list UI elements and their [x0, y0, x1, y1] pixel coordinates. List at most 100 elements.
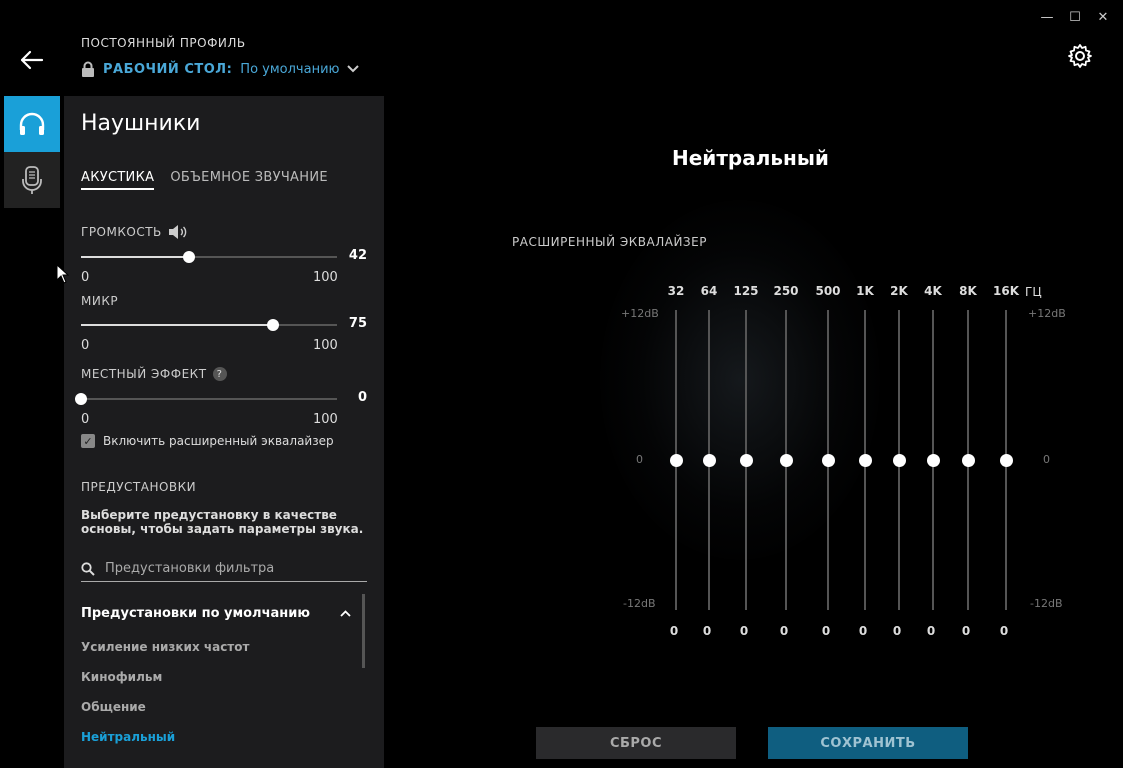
advanced-eq-checkbox[interactable]: ✓ [81, 434, 95, 448]
minimize-button[interactable]: — [1033, 6, 1061, 28]
sidetone-slider-knob[interactable] [75, 393, 87, 405]
eq-band-freq: 16K [993, 284, 1019, 298]
eq-band-knob[interactable] [739, 454, 753, 467]
eq-band-knob[interactable] [858, 454, 872, 467]
presets-heading: ПРЕДУСТАНОВКИ [81, 480, 197, 494]
eq-band-value: 0 [892, 624, 902, 638]
sidebar-item-microphone[interactable] [4, 152, 60, 208]
tab-surround[interactable]: ОБЪЕМНОЕ ЗВУЧАНИЕ [170, 170, 328, 190]
eq-band-value: 0 [702, 624, 712, 638]
eq-band-value: 0 [779, 624, 789, 638]
advanced-eq-label: Включить расширенный эквалайзер [103, 434, 334, 448]
sidetone-value: 0 [357, 390, 367, 405]
eq-band-value: 0 [669, 624, 679, 638]
mic-slider-knob[interactable] [267, 319, 279, 331]
presets-description: Выберите предустановку в качестве основы… [81, 508, 364, 536]
db-top-right: +12dB [1028, 307, 1066, 320]
sidebar-item-headphones[interactable] [4, 96, 60, 152]
speaker-icon [168, 225, 187, 239]
advanced-eq-toggle[interactable]: ✓ Включить расширенный эквалайзер [81, 434, 334, 448]
chevron-up-icon [340, 610, 351, 617]
eq-band-value: 0 [999, 624, 1009, 638]
eq-band-knob[interactable] [892, 454, 906, 467]
eq-band-freq: 64 [700, 284, 718, 298]
eq-band-knob[interactable] [999, 454, 1013, 467]
db-top-left: +12dB [621, 307, 659, 320]
sidetone-max: 100 [313, 412, 338, 427]
preset-group-header[interactable]: Предустановки по умолчанию [81, 606, 351, 621]
search-icon [81, 561, 95, 576]
mic-min: 0 [81, 338, 90, 353]
mic-slider[interactable] [81, 319, 337, 331]
eq-band-freq: 500 [815, 284, 841, 298]
lock-icon [82, 61, 94, 77]
eq-preset-title: Нейтральный [672, 146, 829, 170]
db-mid-left: 0 [636, 453, 643, 466]
gear-icon[interactable] [1067, 43, 1093, 69]
volume-min: 0 [81, 270, 90, 285]
microphone-icon [22, 166, 42, 194]
eq-band-freq: 4K [924, 284, 942, 298]
mic-value: 75 [348, 316, 367, 331]
preset-item-movie[interactable]: Кинофильм [81, 670, 162, 684]
preset-item-bass-boost[interactable]: Усиление низких частот [81, 640, 249, 654]
eq-band-freq: 32 [667, 284, 685, 298]
settings-panel: Наушники АКУСТИКА ОБЪЕМНОЕ ЗВУЧАНИЕ ГРОМ… [64, 96, 384, 768]
db-mid-right: 0 [1043, 453, 1050, 466]
eq-band-freq: 8K [959, 284, 977, 298]
sidetone-min: 0 [81, 412, 90, 427]
eq-band-knob[interactable] [779, 454, 793, 467]
eq-band-value: 0 [821, 624, 831, 638]
sidetone-slider[interactable] [75, 393, 337, 405]
tabs: АКУСТИКА ОБЪЕМНОЕ ЗВУЧАНИЕ [81, 170, 328, 190]
headphones-icon [19, 112, 45, 135]
eq-band-value: 0 [926, 624, 936, 638]
tab-acoustics[interactable]: АКУСТИКА [81, 170, 155, 190]
eq-caption: РАСШИРЕННЫЙ ЭКВАЛАЙЗЕР [512, 235, 707, 249]
eq-band-knob[interactable] [821, 454, 835, 467]
volume-slider[interactable] [81, 251, 337, 263]
volume-value: 42 [348, 248, 367, 263]
maximize-button[interactable]: ☐ [1061, 6, 1089, 28]
eq-band-knob[interactable] [961, 454, 975, 467]
preset-item-neutral[interactable]: Нейтральный [81, 730, 175, 744]
profile-desktop-label: РАБОЧИЙ СТОЛ: [103, 61, 233, 77]
profile-caption: ПОСТОЯННЫЙ ПРОФИЛЬ [81, 36, 246, 50]
chevron-down-icon [347, 65, 360, 73]
volume-label: ГРОМКОСТЬ [81, 224, 188, 240]
save-button[interactable]: СОХРАНИТЬ [768, 727, 968, 759]
db-bottom-right: -12dB [1030, 597, 1063, 610]
preset-list-scrollbar[interactable] [362, 594, 365, 668]
volume-slider-knob[interactable] [182, 251, 195, 263]
eq-band-freq: 1K [856, 284, 874, 298]
eq-band-knob[interactable] [669, 454, 683, 467]
back-arrow-icon[interactable] [18, 48, 44, 72]
volume-max: 100 [313, 270, 338, 285]
profile-value: По умолчанию [240, 61, 340, 77]
sidetone-label: МЕСТНЫЙ ЭФФЕКТ ? [81, 367, 227, 381]
headset-background-image [600, 200, 880, 560]
device-sidebar [4, 96, 60, 208]
eq-band-value: 0 [858, 624, 868, 638]
preset-search [81, 556, 367, 582]
profile-selector[interactable]: РАБОЧИЙ СТОЛ: По умолчанию [81, 61, 360, 77]
eq-unit: ГЦ [1025, 285, 1042, 299]
eq-band-freq: 250 [773, 284, 799, 298]
eq-band-value: 0 [739, 624, 749, 638]
eq-band-freq: 125 [733, 284, 759, 298]
eq-band-value: 0 [961, 624, 971, 638]
preset-search-input[interactable] [105, 561, 355, 576]
sidetone-label-text: МЕСТНЫЙ ЭФФЕКТ [81, 367, 207, 381]
reset-button[interactable]: СБРОС [536, 727, 736, 759]
db-bottom-left: -12dB [623, 597, 656, 610]
volume-label-text: ГРОМКОСТЬ [81, 225, 162, 239]
close-button[interactable]: ✕ [1089, 6, 1117, 28]
mouse-cursor-icon [56, 264, 70, 284]
eq-band-knob[interactable] [926, 454, 940, 467]
panel-title: Наушники [81, 111, 201, 136]
window-controls: — ☐ ✕ [1033, 6, 1117, 28]
mic-max: 100 [313, 338, 338, 353]
help-icon[interactable]: ? [212, 367, 227, 381]
preset-item-communication[interactable]: Общение [81, 700, 146, 714]
eq-band-knob[interactable] [702, 454, 716, 467]
